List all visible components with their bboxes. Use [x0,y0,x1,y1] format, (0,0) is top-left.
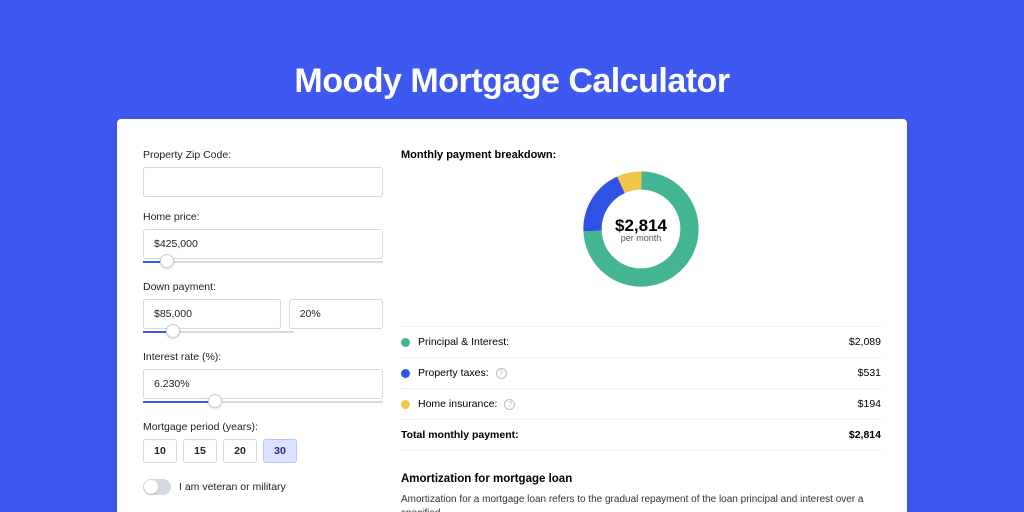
veteran-row: I am veteran or military [143,479,383,495]
interest-slider[interactable] [143,397,383,407]
breakdown-column: Monthly payment breakdown: $2,814 per mo… [401,149,881,512]
legend-dot [401,369,410,378]
down-payment-pct-input[interactable] [289,299,383,329]
breakdown-total-amount: $2,814 [849,429,881,441]
breakdown-row-amount: $194 [858,398,881,410]
breakdown-total-row: Total monthly payment:$2,814 [401,420,881,451]
period-section: Mortgage period (years): 10152030 [143,421,383,463]
period-option-10[interactable]: 10 [143,439,177,463]
breakdown-row-amount: $531 [858,367,881,379]
breakdown-total-label: Total monthly payment: [401,429,849,441]
veteran-toggle[interactable] [143,479,171,495]
breakdown-row-amount: $2,089 [849,336,881,348]
period-label: Mortgage period (years): [143,421,383,433]
interest-section: Interest rate (%): [143,351,383,407]
home-price-input[interactable] [143,229,383,259]
amortization-body: Amortization for a mortgage loan refers … [401,493,881,512]
breakdown-title: Monthly payment breakdown: [401,149,881,161]
interest-input[interactable] [143,369,383,399]
breakdown-row-label: Home insurance:? [418,398,858,410]
legend-dot [401,400,410,409]
zip-section: Property Zip Code: [143,149,383,197]
zip-input[interactable] [143,167,383,197]
breakdown-row: Principal & Interest:$2,089 [401,327,881,358]
breakdown-row: Home insurance:?$194 [401,389,881,420]
down-payment-slider[interactable] [143,327,294,337]
breakdown-table: Principal & Interest:$2,089Property taxe… [401,326,881,451]
amortization-section: Amortization for mortgage loan Amortizat… [401,473,881,512]
home-price-slider[interactable] [143,257,383,267]
home-price-label: Home price: [143,211,383,223]
home-price-section: Home price: [143,211,383,267]
zip-label: Property Zip Code: [143,149,383,161]
period-buttons: 10152030 [143,439,383,463]
period-option-20[interactable]: 20 [223,439,257,463]
amortization-title: Amortization for mortgage loan [401,473,881,485]
legend-dot [401,338,410,347]
down-payment-input[interactable] [143,299,281,329]
calculator-card: Property Zip Code: Home price: Down paym… [117,119,907,512]
breakdown-row-label: Property taxes:? [418,367,858,379]
interest-label: Interest rate (%): [143,351,383,363]
down-payment-label: Down payment: [143,281,383,293]
veteran-label: I am veteran or military [179,481,286,493]
info-icon[interactable]: ? [496,368,507,379]
down-payment-section: Down payment: [143,281,383,337]
form-column: Property Zip Code: Home price: Down paym… [143,149,383,512]
breakdown-row-label: Principal & Interest: [418,336,849,348]
info-icon[interactable]: ? [504,399,515,410]
period-option-15[interactable]: 15 [183,439,217,463]
breakdown-row: Property taxes:?$531 [401,358,881,389]
period-option-30[interactable]: 30 [263,439,297,463]
page-title: Moody Mortgage Calculator [294,62,729,101]
